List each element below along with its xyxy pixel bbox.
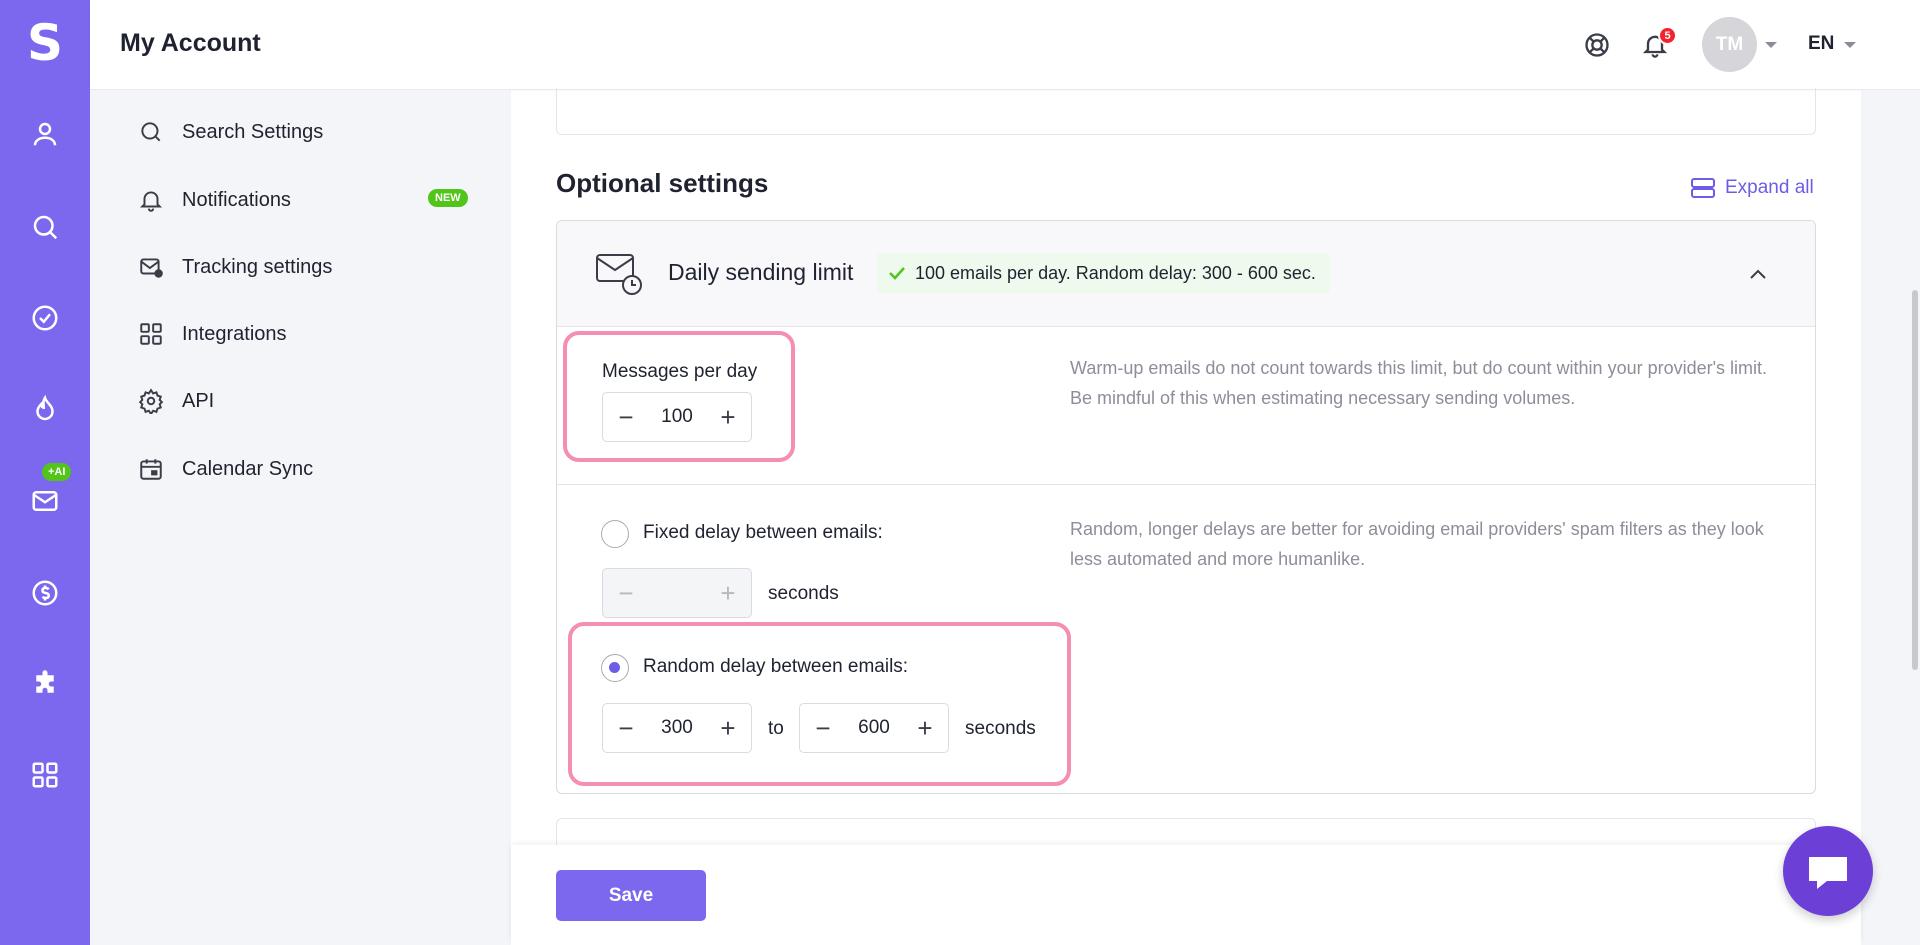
help-lifebuoy-icon[interactable] [1580, 28, 1614, 62]
search-icon [141, 122, 161, 142]
daily-sending-limit-card: Daily sending limit 100 emails per day. … [556, 220, 1816, 794]
sidebar-item-label: Notifications [182, 188, 291, 211]
scrollbar[interactable] [1912, 290, 1918, 670]
language-chevron-down-icon[interactable] [1844, 42, 1856, 48]
messages-per-day-value[interactable]: 100 [649, 406, 705, 428]
expand-all-label: Expand all [1725, 177, 1814, 198]
card-header[interactable]: Daily sending limit 100 emails per day. … [557, 221, 1815, 327]
check-icon [889, 267, 905, 280]
fixed-delay-radio[interactable] [601, 520, 629, 548]
sidebar-item-label: Search Settings [182, 120, 324, 143]
expand-all-button[interactable]: Expand all [1690, 176, 1814, 200]
mail-icon[interactable] [25, 481, 65, 521]
avatar[interactable]: TM [1702, 17, 1757, 72]
random-delay-from-stepper: − 300 + [602, 703, 752, 753]
mail-clock-icon [596, 254, 642, 295]
delay-section: Fixed delay between emails: − + seconds … [557, 485, 1815, 793]
sidebar-item-api[interactable]: API [138, 381, 478, 421]
app-rail: S +AI [0, 0, 90, 945]
puzzle-icon[interactable] [25, 664, 65, 704]
seconds-label: seconds [768, 583, 839, 604]
flame-icon[interactable] [25, 389, 65, 429]
chevron-up-icon[interactable] [1743, 259, 1773, 289]
tasks-icon[interactable] [25, 298, 65, 338]
billing-icon[interactable] [25, 573, 65, 613]
settings-sidebar: Search Settings Notifications Tracking s… [90, 90, 511, 945]
sidebar-item-calendar-sync[interactable]: Calendar Sync [138, 449, 478, 489]
notification-count-badge: 5 [1658, 26, 1677, 45]
grid-icon [140, 323, 162, 345]
app-logo[interactable]: S [0, 14, 90, 72]
status-summary-badge: 100 emails per day. Random delay: 300 - … [877, 253, 1330, 293]
random-delay-to-value[interactable]: 600 [846, 717, 902, 739]
decrement-button[interactable]: − [603, 704, 649, 752]
increment-button[interactable]: + [705, 393, 751, 441]
sidebar-item-label: Calendar Sync [182, 457, 314, 480]
messages-per-day-section: Messages per day − 100 + Warm-up emails … [557, 327, 1815, 485]
chat-support-button[interactable] [1783, 826, 1873, 916]
increment-button[interactable]: + [902, 704, 948, 752]
random-delay-label: Random delay between emails: [643, 656, 909, 677]
sidebar-item-label: Integrations [182, 322, 287, 345]
random-delay-from-value[interactable]: 300 [649, 717, 705, 739]
decrement-button[interactable]: − [800, 704, 846, 752]
sidebar-item-notifications[interactable]: Notifications [138, 180, 478, 220]
sidebar-item-search-settings[interactable]: Search Settings [138, 112, 478, 152]
status-summary-text: 100 emails per day. Random delay: 300 - … [915, 262, 1316, 283]
messages-per-day-stepper: − 100 + [602, 392, 752, 442]
decrement-button[interactable]: − [603, 569, 649, 617]
footer-bar [511, 845, 1861, 945]
search-rail-icon[interactable] [25, 207, 65, 247]
expand-list-icon [1691, 178, 1715, 198]
fixed-delay-label: Fixed delay between emails: [643, 522, 883, 543]
ai-badge: +AI [42, 463, 72, 481]
sidebar-item-label: Tracking settings [182, 255, 333, 278]
new-badge: NEW [428, 189, 468, 207]
avatar-chevron-down-icon[interactable] [1765, 42, 1777, 48]
sidebar-item-label: API [182, 389, 215, 412]
bell-icon [139, 191, 163, 212]
card-title: Daily sending limit [668, 259, 854, 285]
optional-settings-title: Optional settings [556, 168, 769, 198]
to-label: to [768, 718, 784, 739]
top-bar: My Account 5 TM EN [90, 0, 1920, 90]
random-delay-to-stepper: − 600 + [799, 703, 949, 753]
random-delay-radio[interactable] [601, 654, 629, 682]
sidebar-item-integrations[interactable]: Integrations [138, 314, 478, 354]
messages-per-day-label: Messages per day [602, 361, 758, 382]
calendar-icon [140, 459, 162, 480]
previous-section-card [556, 88, 1816, 135]
sidebar-item-tracking-settings[interactable]: Tracking settings [138, 247, 478, 287]
decrement-button[interactable]: − [603, 393, 649, 441]
profile-icon[interactable] [25, 114, 65, 154]
page-title: My Account [120, 29, 261, 57]
save-button[interactable]: Save [556, 870, 706, 921]
fixed-delay-stepper: − + [602, 568, 752, 618]
envelope-tracking-icon [140, 258, 163, 278]
apps-grid-icon[interactable] [25, 755, 65, 795]
language-selector[interactable]: EN [1808, 33, 1834, 55]
notifications-bell-icon[interactable]: 5 [1638, 26, 1677, 62]
gear-icon [138, 388, 164, 414]
chat-bubble-icon [1809, 857, 1847, 889]
messages-help-text: Warm-up emails do not count towards this… [1070, 358, 1768, 408]
seconds-label: seconds [965, 718, 1036, 739]
delay-help-text: Random, longer delays are better for avo… [1070, 519, 1764, 569]
increment-button[interactable]: + [705, 704, 751, 752]
increment-button[interactable]: + [705, 569, 751, 617]
